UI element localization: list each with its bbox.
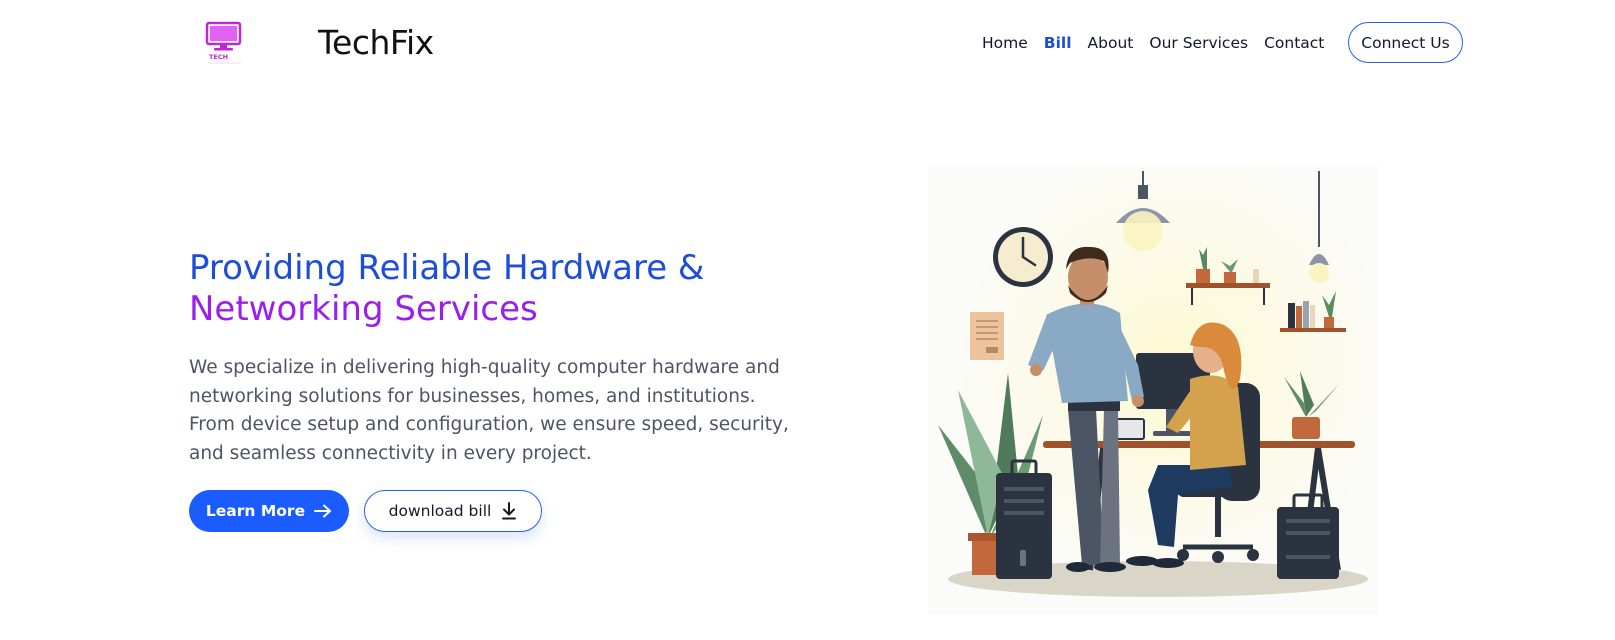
download-icon xyxy=(502,502,517,520)
download-bill-button[interactable]: download bill xyxy=(364,490,542,532)
brand-name[interactable]: TechFix xyxy=(318,23,434,63)
logo-text: TECH xyxy=(209,53,228,61)
pc-tower-icon xyxy=(996,459,1052,579)
main-nav: Home Bill About Our Services Contact xyxy=(982,33,1340,53)
learn-more-label: Learn More xyxy=(205,502,306,520)
hero-description: We specialize in delivering high-quality… xyxy=(189,357,789,464)
nav-bill[interactable]: Bill xyxy=(1044,33,1072,53)
nav-about[interactable]: About xyxy=(1088,33,1134,53)
nav-contact[interactable]: Contact xyxy=(1264,33,1324,53)
hero-title-line-1: Providing Reliable Hardware & xyxy=(189,248,705,288)
monitor-icon[interactable]: TECH xyxy=(205,20,247,66)
wall-clock-icon xyxy=(993,227,1053,287)
pc-case-icon xyxy=(1277,493,1339,579)
learn-more-button[interactable]: Learn More xyxy=(189,490,349,532)
hero-title: Providing Reliable Hardware & Networking… xyxy=(189,248,809,330)
nav-our-services[interactable]: Our Services xyxy=(1149,33,1248,53)
arrow-right-icon xyxy=(314,504,332,518)
hero-title-line-2: Networking Services xyxy=(189,289,538,329)
connect-us-button[interactable]: Connect Us xyxy=(1348,22,1463,63)
download-bill-label: download bill xyxy=(388,502,492,520)
navbar: TECH TechFix Home Bill About Our Service… xyxy=(0,0,1615,90)
wall-notice-icon xyxy=(970,312,1004,360)
office-illustration xyxy=(928,165,1378,615)
nav-home[interactable]: Home xyxy=(982,33,1028,53)
